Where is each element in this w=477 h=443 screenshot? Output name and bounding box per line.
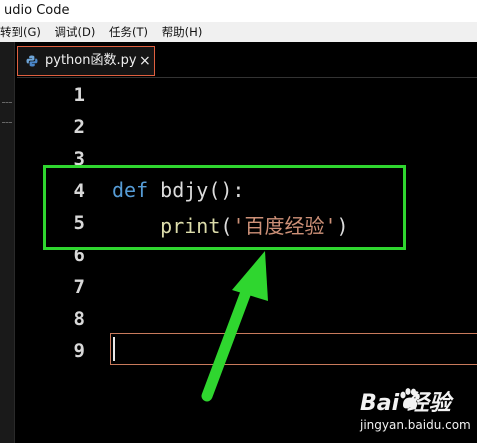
annotation-arrow (201, 251, 268, 402)
baidu-watermark: Bai 经验 jingyan.baidu.com (355, 385, 475, 441)
paw-icon (400, 388, 420, 409)
watermark-url: jingyan.baidu.com (360, 418, 471, 432)
